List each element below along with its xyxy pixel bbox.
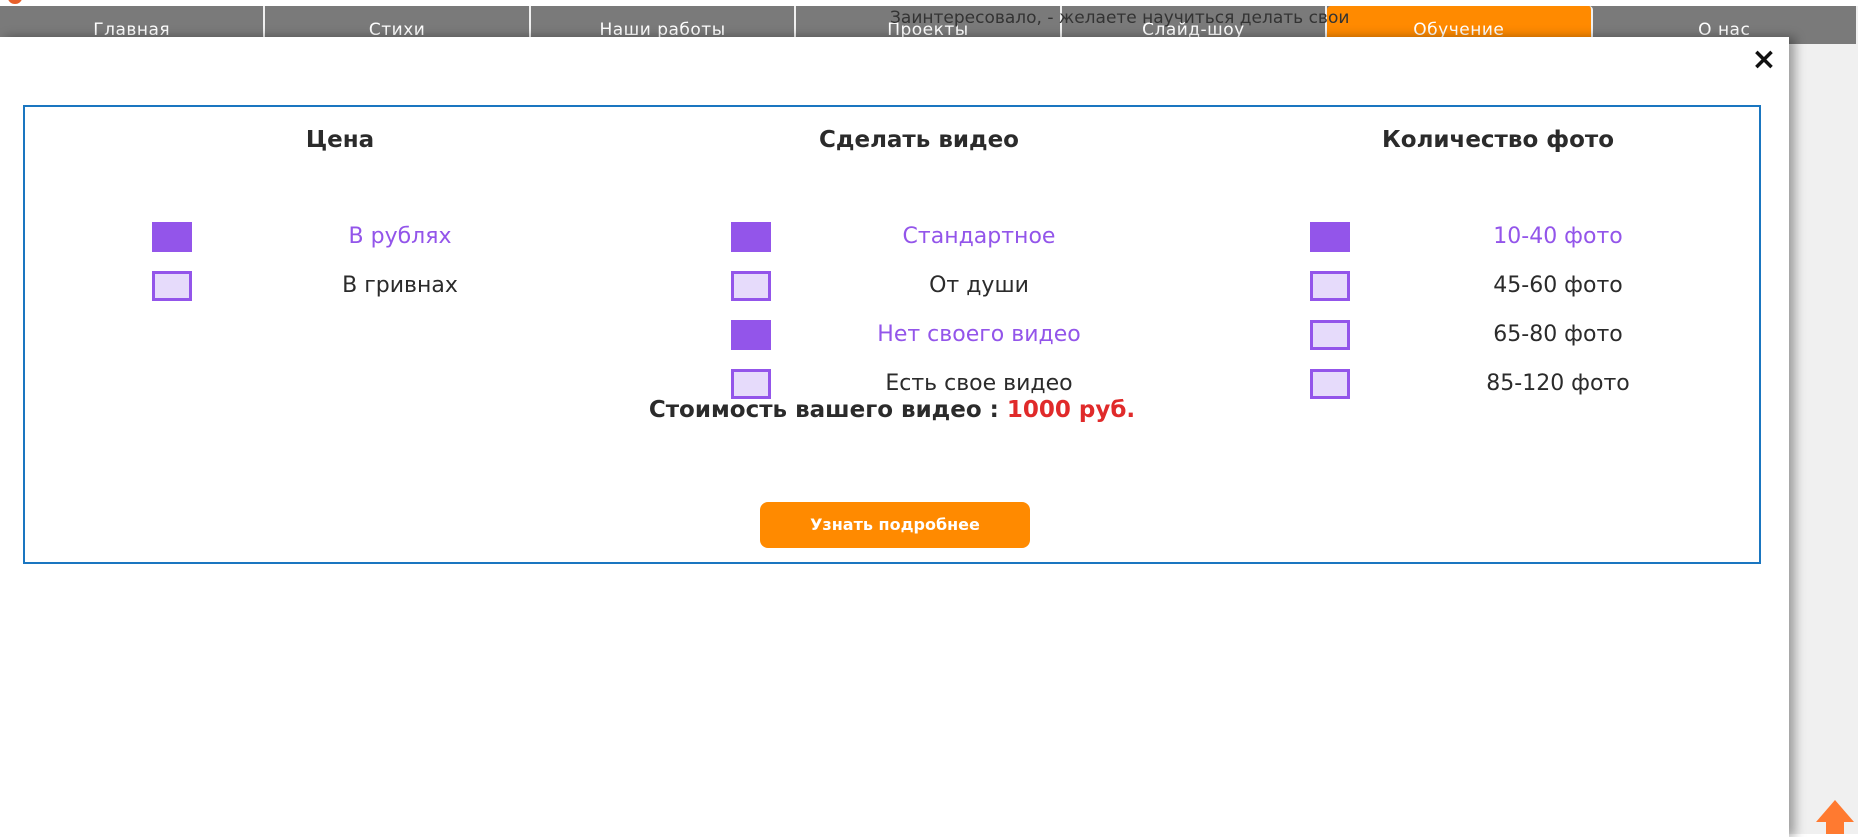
total-cost: Стоимость вашего видео : 1000 руб. [25, 397, 1759, 423]
checkbox[interactable] [731, 222, 771, 252]
option-label: 45-60 фото [1493, 273, 1623, 298]
checkbox[interactable] [152, 222, 192, 252]
option-label: Стандартное [902, 224, 1056, 249]
page-side-strip [1789, 44, 1858, 834]
learn-more-button[interactable]: Узнать подробнее [760, 502, 1030, 548]
option-65-80-photos[interactable]: 65-80 фото [1208, 320, 1788, 352]
checkbox[interactable] [731, 271, 771, 301]
checkbox[interactable] [1310, 271, 1350, 301]
scroll-up-arrow-stem[interactable] [1826, 820, 1844, 834]
checkbox[interactable] [152, 271, 192, 301]
option-label: 10-40 фото [1493, 224, 1623, 249]
option-label: В рублях [348, 224, 452, 249]
option-rubles[interactable]: В рублях [50, 222, 630, 254]
checkbox[interactable] [731, 369, 771, 399]
calculator-box: Цена В рублях В гривнах Сделать видео Ст… [23, 105, 1761, 564]
option-label: 65-80 фото [1493, 322, 1623, 347]
option-label: В гривнах [342, 273, 458, 298]
option-10-40-photos[interactable]: 10-40 фото [1208, 222, 1788, 254]
option-no-own-video[interactable]: Нет своего видео [629, 320, 1209, 352]
option-from-heart[interactable]: От души [629, 271, 1209, 303]
column-title: Количество фото [1381, 127, 1615, 153]
column-title: Сделать видео [819, 127, 1019, 153]
checkbox[interactable] [1310, 320, 1350, 350]
close-icon[interactable]: × [1751, 45, 1777, 75]
total-cost-label: Стоимость вашего видео : [648, 397, 1007, 423]
nav-tooltip: Заинтересовало, - желаете научиться дела… [890, 8, 1350, 28]
site-logo-icon [8, 0, 22, 4]
option-hryvnia[interactable]: В гривнах [50, 271, 630, 303]
option-45-60-photos[interactable]: 45-60 фото [1208, 271, 1788, 303]
option-label: От души [929, 273, 1029, 298]
checkbox[interactable] [1310, 369, 1350, 399]
scroll-up-arrow-icon[interactable] [1816, 800, 1854, 822]
price-calculator-modal: × Цена В рублях В гривнах Сделать видео … [0, 37, 1789, 837]
column-title: Цена [305, 127, 375, 153]
option-label: Нет своего видео [877, 322, 1081, 347]
total-cost-price: 1000 руб. [1006, 397, 1136, 423]
checkbox[interactable] [1310, 222, 1350, 252]
option-label: 85-120 фото [1486, 371, 1630, 396]
option-standard[interactable]: Стандартное [629, 222, 1209, 254]
checkbox[interactable] [731, 320, 771, 350]
option-label: Есть свое видео [885, 371, 1073, 396]
